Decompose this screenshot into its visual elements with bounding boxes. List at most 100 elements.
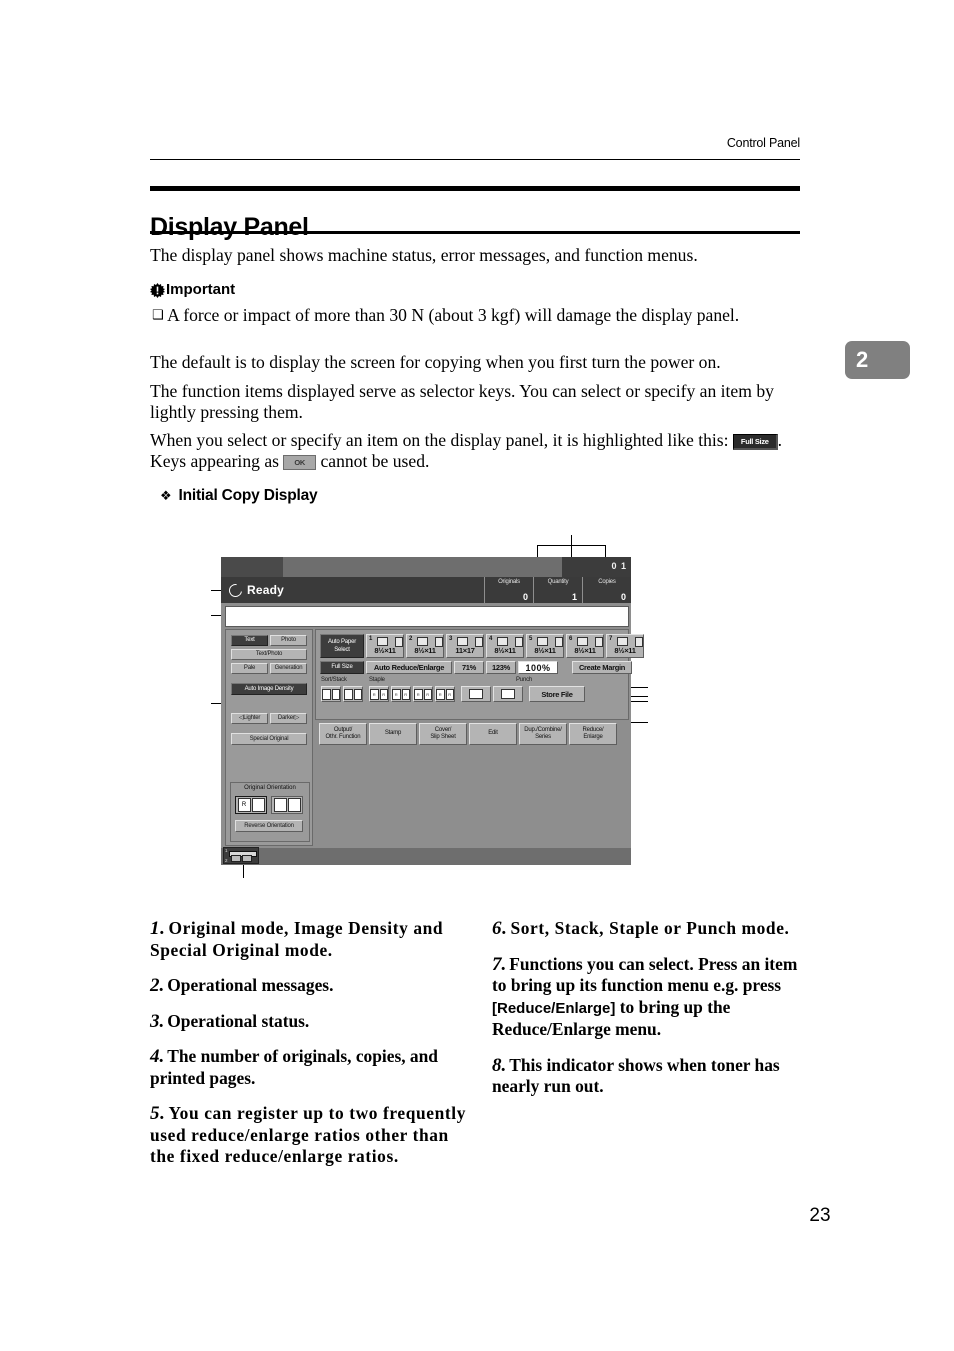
legend-item-8-number: 8. — [492, 1054, 507, 1076]
btn-store-file[interactable]: Store File — [529, 686, 585, 702]
btn-auto-paper-select[interactable]: Auto Paper Select — [320, 634, 364, 658]
func-btn-output-other-function[interactable]: Output/ Othr. Function — [319, 723, 367, 745]
finisher-staple-top-button[interactable]: R R — [413, 686, 433, 702]
btn-create-margin[interactable]: Create Margin — [572, 661, 632, 674]
legend-item-5: 5. You can register up to two frequently … — [150, 1103, 470, 1168]
lcd-bottom-strip: 1 2 — [221, 847, 631, 865]
ready-indicator-icon — [226, 580, 245, 600]
legend-item-8: 8. This indicator shows when toner has ne… — [492, 1055, 812, 1098]
toner-indicator: 1 2 — [223, 847, 259, 864]
tray-button-3[interactable]: 3 11×17 — [446, 634, 484, 658]
orientation-icon-r4 — [287, 798, 301, 812]
legend-item-1-text: Original mode, Image Density and Special… — [150, 918, 444, 960]
btn-lighter[interactable]: ◁ Lighter — [231, 713, 268, 724]
orientation-icon-r2 — [251, 798, 265, 812]
btn-generation[interactable]: Generation — [270, 663, 307, 674]
header-rule — [150, 159, 800, 160]
toner-label-1: 1 — [225, 848, 228, 853]
original-mode-pane: Text Photo Text/Photo Pale Generation Au… — [225, 629, 313, 846]
legend-item-8-text: This indicator shows when toner has near… — [492, 1054, 780, 1097]
btn-text[interactable]: Text — [231, 635, 268, 646]
btn-darker[interactable]: Darker ▷ — [270, 713, 307, 724]
legend-item-5-text: You can register up to two frequently us… — [150, 1103, 466, 1166]
stack-page-icon-2 — [353, 688, 362, 700]
stack-page-icon-1 — [344, 688, 353, 700]
legend-item-7-key: [Reduce/Enlarge] — [492, 999, 616, 1017]
orientation-portrait-button[interactable]: R — [235, 796, 267, 814]
btn-special-original[interactable]: Special Original — [231, 733, 307, 745]
btn-auto-reduce-enlarge[interactable]: Auto Reduce/Enlarge — [366, 661, 452, 674]
finisher-punch-top-button[interactable] — [493, 686, 523, 702]
btn-pale[interactable]: Pale — [231, 663, 268, 674]
counter-quantity-label: Quantity — [547, 579, 569, 585]
staple-icon-3b: R — [423, 688, 432, 700]
tray-button-1[interactable]: 1 8½×11 — [366, 634, 404, 658]
tray-button-4[interactable]: 4 8½×11 — [486, 634, 524, 658]
lcd-status-bar: Ready Originals 0 Quantity 1 Copies 0 — [221, 577, 631, 603]
btn-ratio-123[interactable]: 123% — [486, 661, 516, 674]
tray-3-icon — [457, 637, 468, 646]
finisher-sort-button[interactable] — [321, 686, 341, 702]
tray-7-size: 8½×11 — [614, 646, 636, 655]
tray-button-2[interactable]: 2 8½×11 — [406, 634, 444, 658]
btn-ratio-100[interactable]: 100% — [518, 661, 558, 674]
tray-3-number: 3 — [449, 636, 453, 642]
btn-reverse-orientation[interactable]: Reverse Orientation — [235, 820, 303, 832]
btn-ratio-71[interactable]: 71% — [454, 661, 484, 674]
toner-label-2: 2 — [225, 858, 228, 863]
bullet-square-icon: ❑ — [152, 308, 164, 323]
original-orientation-group: Original Orientation R Reverse Orientati… — [230, 782, 310, 842]
counter-originals-label: Originals — [498, 579, 520, 585]
darker-arrow-icon: ▷ — [294, 715, 300, 721]
legend-item-7: 7. Functions you can select. Press an ite… — [492, 954, 812, 1041]
tray-7-icon — [617, 637, 628, 646]
tray-button-7[interactable]: 7 8½×11 — [606, 634, 644, 658]
intro-paragraph: The display panel shows machine status, … — [150, 245, 698, 265]
tray-2-number: 2 — [409, 636, 413, 642]
func-btn-edit-label: Edit — [488, 730, 498, 737]
finisher-staple-double-button[interactable]: R R — [435, 686, 455, 702]
finisher-staple-top-left-button[interactable]: R R — [369, 686, 389, 702]
staple-icon-2b: R — [401, 688, 410, 700]
lcd-top-counter: 0 1 — [611, 561, 627, 571]
tray-button-6[interactable]: 6 8½×11 — [566, 634, 604, 658]
orientation-icon-r3 — [273, 798, 287, 812]
important-bullet-text: A force or impact of more than 30 N (abo… — [167, 305, 740, 325]
counter-quantity-value: 1 — [571, 592, 577, 602]
staple-icon-1a: R — [370, 688, 379, 700]
highlight-text-c: cannot be used. — [320, 451, 430, 471]
func-btn-stamp-label: Stamp — [384, 730, 402, 737]
func-btn-dup-combine-series[interactable]: Dup./Combine/ Series — [519, 723, 567, 745]
legend-column-left: 1. Original mode, Image Density and Speci… — [150, 918, 470, 1182]
btn-auto-image-density[interactable]: Auto Image Density — [231, 683, 307, 695]
finisher-staple-bottom-left-button[interactable]: R R — [391, 686, 411, 702]
func-btn-edit[interactable]: Edit — [469, 723, 517, 745]
orientation-landscape-button[interactable] — [271, 796, 303, 814]
tray-button-5[interactable]: 5 8½×11 — [526, 634, 564, 658]
tray-5-icon — [537, 637, 548, 646]
func-btn-stamp[interactable]: Stamp — [369, 723, 417, 745]
tray-6-number: 6 — [569, 636, 573, 642]
legend-item-3-text: Operational status. — [167, 1010, 310, 1031]
func-btn-cover-label: Cover/ Slip Sheet — [430, 726, 456, 741]
inline-key-ok: OK — [283, 455, 317, 470]
counter-quantity: Quantity 1 — [533, 577, 582, 603]
finisher-stack-button[interactable] — [343, 686, 363, 702]
btn-text-photo[interactable]: Text/Photo — [231, 649, 307, 660]
finisher-punch-left-button[interactable] — [461, 686, 491, 702]
legend-item-5-number: 5. — [150, 1103, 166, 1124]
lcd-screen: 0 1 Ready Originals 0 Quantity 1 Copies … — [221, 557, 644, 865]
tray-5-number: 5 — [529, 636, 533, 642]
tray-4-number: 4 — [489, 636, 493, 642]
btn-full-size[interactable]: Full Size — [320, 661, 364, 674]
important-icon — [150, 283, 165, 298]
toner-cartridge-boxes — [231, 855, 252, 862]
func-btn-output-label: Output/ Othr. Function — [325, 726, 361, 741]
func-btn-reduce-enlarge[interactable]: Reduce/ Enlarge — [569, 723, 617, 745]
counter-group: Originals 0 Quantity 1 Copies 0 — [484, 577, 631, 603]
func-btn-cover-slip-sheet[interactable]: Cover/ Slip Sheet — [419, 723, 467, 745]
tray-3-size: 11×17 — [455, 646, 475, 655]
btn-photo[interactable]: Photo — [270, 635, 307, 646]
legend-item-1-number: 1. — [150, 918, 166, 939]
running-header: Control Panel — [726, 136, 800, 150]
